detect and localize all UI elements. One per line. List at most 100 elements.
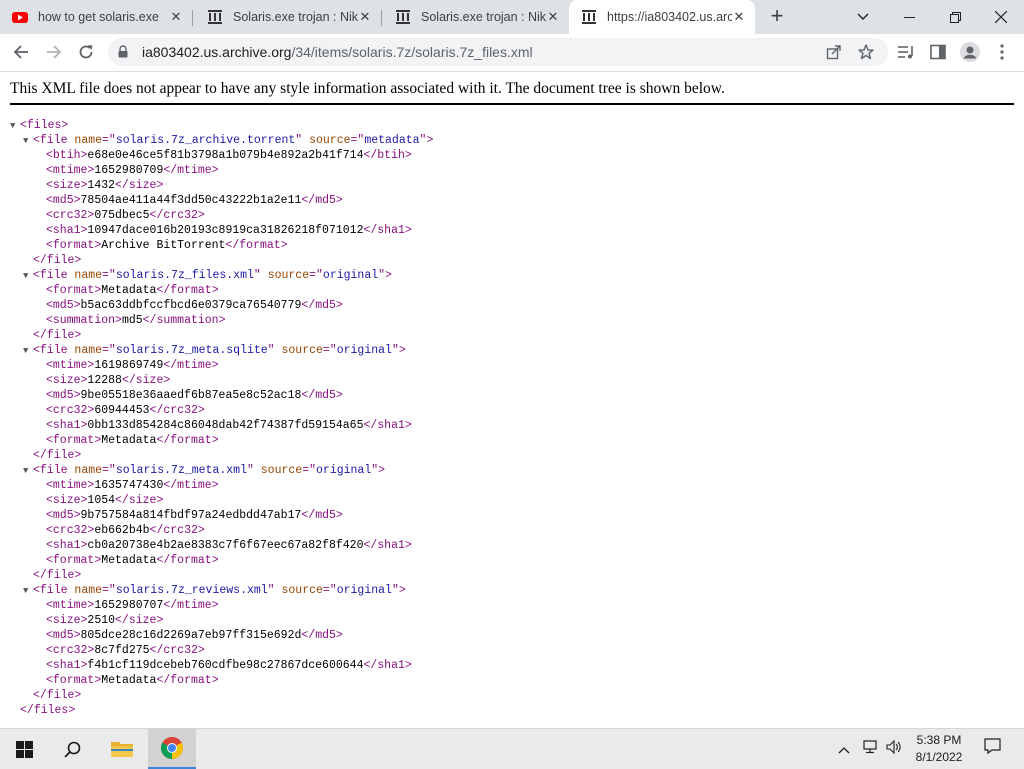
collapse-toggle-icon[interactable]: ▼ [23, 344, 33, 359]
xml-tag-name: format [170, 434, 212, 447]
lock-icon[interactable] [118, 45, 128, 58]
back-button[interactable] [7, 38, 35, 66]
xml-file-close: </file> [33, 449, 82, 462]
xml-text-value: 0bb133d854284c86048dab42f74387fd59154a65 [87, 419, 364, 432]
reload-button[interactable] [72, 38, 100, 66]
address-bar[interactable]: ia803402.us.archive.org/34/items/solaris… [108, 38, 888, 66]
xml-tag-name: files [33, 704, 69, 717]
xml-text-value: 1054 [87, 494, 116, 507]
xml-tag-name: md5 [315, 629, 336, 642]
close-tab-icon[interactable]: ✕ [168, 9, 184, 25]
forward-button[interactable] [40, 38, 68, 66]
xml-file-source: original [316, 464, 372, 477]
tab-solaris-trojan-1[interactable]: Solaris.exe trojan : Niki ✕ [195, 0, 381, 34]
collapse-toggle-icon[interactable]: ▼ [10, 119, 20, 134]
xml-tag-name: files [26, 119, 62, 132]
tab-search-button[interactable] [840, 0, 886, 34]
tab-youtube[interactable]: how to get solaris.exe c ✕ [0, 0, 192, 34]
xml-text-value: md5 [121, 314, 143, 327]
close-tab-icon[interactable]: ✕ [731, 9, 747, 25]
xml-root-open: ▼ <files> [10, 119, 69, 134]
xml-tag-name: size [52, 374, 81, 387]
xml-root-close: </files> [20, 704, 76, 717]
new-tab-button[interactable]: + [765, 5, 789, 28]
side-panel-button[interactable] [924, 38, 952, 66]
collapse-toggle-icon[interactable]: ▼ [23, 464, 33, 479]
close-tab-icon[interactable]: ✕ [545, 9, 561, 25]
collapse-toggle-icon[interactable]: ▼ [23, 134, 33, 149]
xml-tag-name: mtime [52, 479, 88, 492]
avatar-icon [960, 42, 980, 62]
xml-child-element: <format>Metadata</format> [46, 554, 219, 567]
share-icon[interactable] [826, 44, 842, 60]
show-hidden-icons-button[interactable] [838, 729, 850, 769]
xml-child-element: <mtime>1652980707</mtime> [46, 599, 219, 612]
minimize-button[interactable] [886, 0, 932, 34]
xml-tag-name: size [52, 494, 81, 507]
xml-tag-name: md5 [315, 194, 336, 207]
chrome-taskbar-button[interactable] [148, 729, 196, 769]
xml-tag-name: md5 [52, 194, 74, 207]
url-text[interactable]: ia803402.us.archive.org/34/items/solaris… [142, 38, 533, 66]
restore-button[interactable] [932, 0, 978, 34]
xml-file-element: ▼ <file name="solaris.7z_meta.xml" source… [23, 464, 386, 479]
search-button[interactable] [48, 729, 96, 769]
xml-file-close: </file> [33, 689, 82, 702]
xml-child-element: <sha1>10947dace016b20193c8919ca31826218f… [46, 224, 412, 237]
reading-list-button[interactable] [892, 38, 920, 66]
tab-strip: how to get solaris.exe c ✕ Solaris.exe t… [0, 0, 1024, 34]
xml-tag-name: btih [52, 149, 81, 162]
minimize-icon [903, 17, 915, 18]
chevron-down-icon [857, 13, 869, 20]
xml-text-value: Metadata [101, 674, 157, 687]
file-explorer-button[interactable] [98, 729, 146, 769]
xml-tag-name: crc32 [163, 644, 198, 657]
xml-tag-name: size [128, 179, 157, 192]
xml-file-source: original [336, 584, 392, 597]
xml-text-value: 9b757584a814fbdf97a24edbdd47ab17 [80, 509, 302, 522]
xml-tag-name: format [170, 674, 212, 687]
start-button[interactable] [0, 729, 48, 769]
xml-tag-name: crc32 [52, 209, 88, 222]
xml-tag-name: md5 [52, 299, 74, 312]
network-button[interactable] [862, 729, 878, 769]
profile-button[interactable] [956, 38, 984, 66]
reload-icon [79, 45, 93, 59]
tab-solaris-trojan-2[interactable]: Solaris.exe trojan : Niki ✕ [383, 0, 569, 34]
xml-file-name: solaris.7z_meta.sqlite [115, 344, 268, 357]
xml-tag-name: crc32 [163, 524, 198, 537]
close-tab-icon[interactable]: ✕ [357, 9, 373, 25]
xml-tag-name: md5 [52, 389, 74, 402]
notifications-button[interactable] [984, 729, 1001, 769]
xml-file-element: ▼ <file name="solaris.7z_meta.sqlite" sou… [23, 344, 406, 359]
volume-button[interactable] [886, 729, 902, 769]
youtube-icon [12, 12, 28, 23]
xml-child-element: <sha1>0bb133d854284c86048dab42f74387fd59… [46, 419, 412, 432]
xml-text-value: 1432 [87, 179, 116, 192]
notice-divider [10, 103, 1014, 105]
collapse-toggle-icon[interactable]: ▼ [23, 584, 33, 599]
menu-button[interactable] [988, 38, 1016, 66]
xml-tag-name: size [128, 494, 157, 507]
collapse-toggle-icon[interactable]: ▼ [23, 269, 33, 284]
xml-tag-name: md5 [52, 629, 74, 642]
tab-xml-active[interactable]: https://ia803402.us.arc ✕ [569, 0, 755, 34]
xml-child-element: <sha1>cb0a20738e4b2ae8383c7f6f67eec67a82… [46, 539, 412, 552]
xml-tag-name: sha1 [52, 539, 81, 552]
xml-child-element: <crc32>075dbec5</crc32> [46, 209, 205, 222]
taskbar-clock[interactable]: 5:38 PM 8/1/2022 [906, 732, 972, 766]
xml-text-value: b5ac63ddbfccfbcd6e0379ca76540779 [80, 299, 302, 312]
xml-child-element: <crc32>eb662b4b</crc32> [46, 524, 205, 537]
url-host: ia803402.us.archive.org [142, 44, 292, 60]
star-icon[interactable] [858, 44, 874, 60]
xml-tag-name: format [52, 434, 95, 447]
xml-tag-name: mtime [52, 164, 88, 177]
xml-tag-name: crc32 [52, 644, 88, 657]
xml-tag-name: md5 [315, 509, 336, 522]
file-explorer-icon [111, 742, 133, 757]
close-window-button[interactable] [978, 0, 1024, 34]
xml-child-element: <btih>e68e0e46ce5f81b3798a1b079b4e892a2b… [46, 149, 412, 162]
xml-child-element: <size>2510</size> [46, 614, 164, 627]
xml-tag-name: format [52, 239, 95, 252]
xml-child-element: <mtime>1619869749</mtime> [46, 359, 219, 372]
